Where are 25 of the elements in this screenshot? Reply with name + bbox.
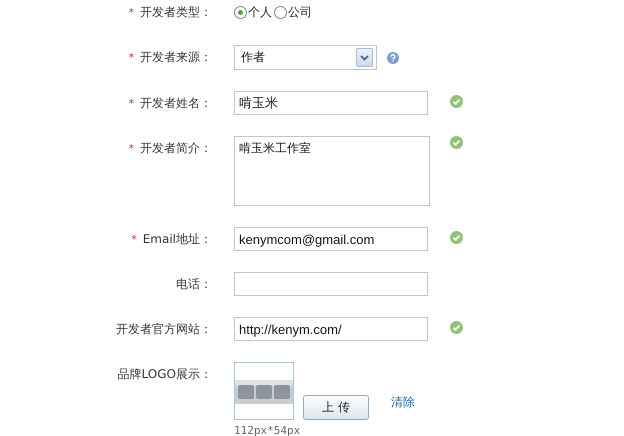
required-marker: * (128, 51, 134, 64)
field-label: Email地址： (142, 230, 212, 248)
required-marker: * (128, 96, 134, 110)
field-label: 开发者姓名： (140, 94, 212, 112)
field-label: 开发者官方网站： (116, 320, 212, 338)
text-area[interactable]: 啃玉米工作室 (234, 136, 430, 206)
upload-button[interactable]: 上 传 (303, 395, 369, 420)
text-field[interactable] (234, 272, 428, 296)
text-field[interactable]: kenymcom@gmail.com (234, 227, 428, 251)
field-label: 电话： (176, 276, 212, 292)
clear-link[interactable]: 清除 (391, 394, 428, 410)
required-marker: * (131, 232, 137, 246)
field-label: 开发者来源： (140, 49, 212, 66)
help-icon[interactable] (387, 52, 399, 64)
required-marker: * (128, 142, 134, 154)
field-label: 开发者简介： (140, 140, 212, 156)
source-dropdown[interactable]: 作者 (234, 45, 377, 70)
radio-option[interactable]: 公司 (274, 4, 312, 20)
required-marker: * (128, 6, 134, 18)
size-hint: 112px*54px (234, 424, 302, 436)
field-label: 开发者类型： (140, 4, 212, 20)
text-field[interactable]: 啃玉米 (234, 91, 428, 115)
text-field[interactable]: http://kenym.com/ (234, 317, 428, 341)
field-label: 品牌LOGO展示： (118, 366, 212, 382)
radio-option[interactable]: 个人 (234, 4, 272, 20)
